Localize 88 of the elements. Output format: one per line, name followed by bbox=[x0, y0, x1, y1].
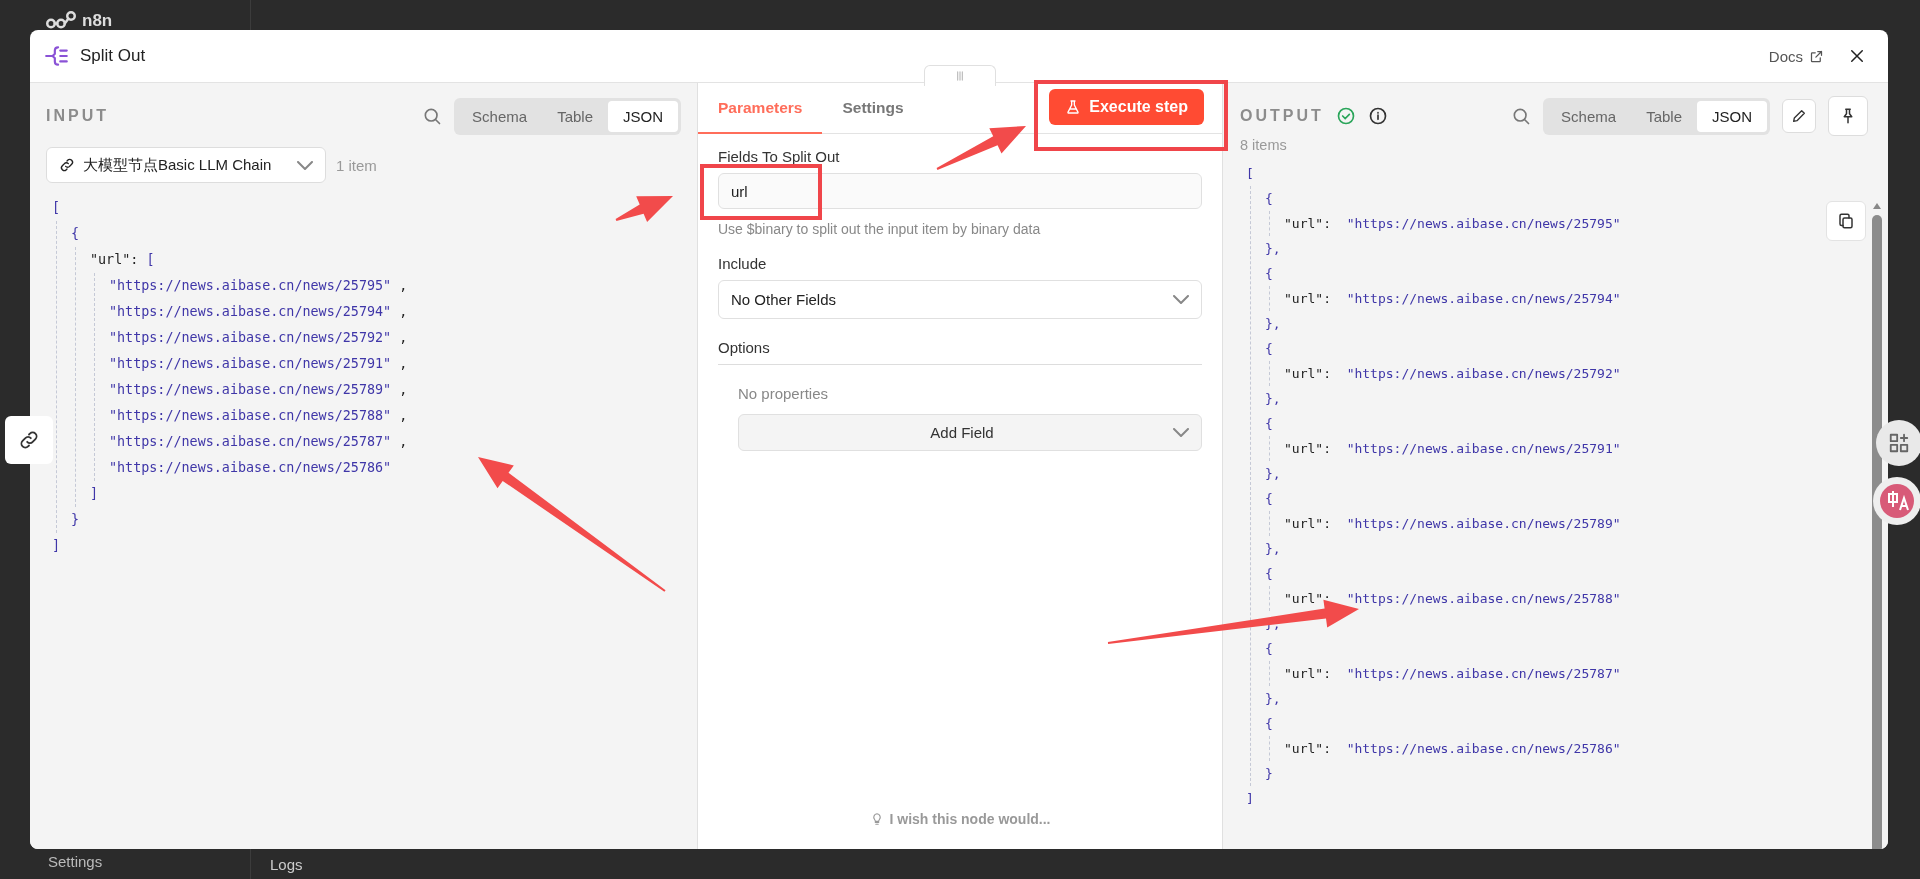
code-line: "url": "https://news.aibase.cn/news/25788" bbox=[1284, 590, 1621, 608]
code-line: { bbox=[1265, 640, 1273, 658]
code-line: "url": [ bbox=[90, 251, 155, 269]
code-line: "https://news.aibase.cn/news/25794" , bbox=[109, 303, 408, 321]
link-button[interactable] bbox=[5, 416, 53, 464]
dialog-title: Split Out bbox=[80, 46, 146, 66]
code-line: { bbox=[71, 225, 80, 243]
code-line: }, bbox=[1265, 390, 1281, 408]
source-node-select[interactable]: 大模型节点Basic LLM Chain bbox=[46, 147, 326, 183]
split-field-input[interactable]: url bbox=[718, 173, 1202, 209]
empty-message: No properties bbox=[738, 385, 830, 402]
item-count: 8 items bbox=[1240, 137, 1288, 153]
view-tab[interactable]: Schema bbox=[1546, 100, 1632, 132]
code-line: }, bbox=[1265, 465, 1281, 483]
panel-label: INPUT bbox=[46, 107, 109, 125]
code-line: "url": "https://news.aibase.cn/news/25786" bbox=[1284, 740, 1621, 758]
code-line: ] bbox=[1246, 790, 1254, 808]
sidebar-item[interactable]: Settings bbox=[48, 853, 103, 870]
code-line: } bbox=[71, 511, 80, 529]
code-line: { bbox=[1265, 415, 1273, 433]
code-line: "https://news.aibase.cn/news/25791" , bbox=[109, 355, 408, 373]
close-icon bbox=[1848, 47, 1866, 65]
code-line: "https://news.aibase.cn/news/25795" , bbox=[109, 277, 408, 295]
code-line: { bbox=[1265, 715, 1273, 733]
search-icon bbox=[422, 106, 443, 126]
section-heading: Options bbox=[718, 339, 1202, 365]
success-check-icon bbox=[1335, 106, 1356, 126]
code-line: "url": "https://news.aibase.cn/news/25789" bbox=[1284, 515, 1621, 533]
view-tab[interactable]: JSON bbox=[608, 100, 678, 132]
search-icon bbox=[1511, 106, 1532, 126]
view-tab[interactable]: Schema bbox=[457, 100, 543, 132]
pencil-icon bbox=[1791, 108, 1807, 124]
code-line: [ bbox=[1246, 165, 1254, 183]
copy-icon bbox=[1837, 212, 1855, 230]
code-line: }, bbox=[1265, 540, 1281, 558]
code-line: { bbox=[1265, 190, 1273, 208]
grid-sparkle-icon bbox=[1888, 432, 1910, 454]
docs-link[interactable]: Docs bbox=[1768, 47, 1824, 65]
view-tab[interactable]: JSON bbox=[1697, 100, 1767, 132]
link-icon bbox=[59, 157, 75, 173]
code-line: ] bbox=[52, 537, 61, 555]
logs-tab[interactable]: Logs bbox=[270, 856, 303, 873]
widget-button[interactable] bbox=[1876, 420, 1920, 466]
translate-icon[interactable] bbox=[1872, 476, 1920, 526]
code-line: }, bbox=[1265, 690, 1281, 708]
panel-tab[interactable]: Settings bbox=[822, 83, 924, 134]
view-tab[interactable]: Table bbox=[1631, 100, 1697, 132]
code-line: "url": "https://news.aibase.cn/news/25791" bbox=[1284, 440, 1621, 458]
code-line: "url": "https://news.aibase.cn/news/25792" bbox=[1284, 365, 1621, 383]
chevron-down-icon bbox=[297, 160, 313, 170]
edit-button[interactable] bbox=[1782, 99, 1816, 133]
code-line: { bbox=[1265, 565, 1273, 583]
code-line: [ bbox=[52, 199, 61, 217]
code-line: { bbox=[1265, 490, 1273, 508]
code-line: "https://news.aibase.cn/news/25787" , bbox=[109, 433, 408, 451]
annotation-arrow bbox=[615, 196, 673, 223]
split-node-icon bbox=[44, 43, 70, 69]
code-line: "https://news.aibase.cn/news/25788" , bbox=[109, 407, 408, 425]
add-field-button[interactable]: Add Field bbox=[738, 414, 1202, 451]
link-icon bbox=[18, 429, 40, 451]
app-logo-text: n8n bbox=[82, 11, 113, 31]
flask-icon bbox=[1065, 99, 1082, 115]
field-hint: Use $binary to split out the input item by binary data bbox=[718, 221, 1042, 237]
code-line: "https://news.aibase.cn/news/25789" , bbox=[109, 381, 408, 399]
code-line: "url": "https://news.aibase.cn/news/25795" bbox=[1284, 215, 1621, 233]
code-line: { bbox=[1265, 340, 1273, 358]
include-select[interactable]: No Other Fields bbox=[718, 280, 1202, 319]
panel-label: OUTPUT bbox=[1240, 107, 1324, 125]
copy-button[interactable] bbox=[1826, 201, 1866, 241]
info-icon bbox=[1367, 106, 1388, 126]
scrollbar[interactable] bbox=[1871, 201, 1883, 849]
code-line: ] bbox=[90, 485, 99, 503]
code-line: "url": "https://news.aibase.cn/news/25787" bbox=[1284, 665, 1621, 683]
external-link-icon bbox=[1809, 48, 1824, 64]
pin-button[interactable] bbox=[1828, 96, 1868, 136]
code-line: }, bbox=[1265, 315, 1281, 333]
code-line: { bbox=[1265, 265, 1273, 283]
item-count: 1 item bbox=[336, 156, 377, 174]
chevron-down-icon bbox=[1173, 428, 1189, 437]
field-label: Fields To Split Out bbox=[718, 148, 841, 165]
code-line: }, bbox=[1265, 240, 1281, 258]
field-label: Include bbox=[718, 255, 768, 272]
code-line: "url": "https://news.aibase.cn/news/25794" bbox=[1284, 290, 1621, 308]
view-tab[interactable]: Table bbox=[542, 100, 608, 132]
chevron-down-icon bbox=[1173, 295, 1189, 304]
code-line: } bbox=[1265, 765, 1273, 783]
code-line: "https://news.aibase.cn/news/25786" bbox=[109, 459, 392, 477]
code-line: "https://news.aibase.cn/news/25792" , bbox=[109, 329, 408, 347]
